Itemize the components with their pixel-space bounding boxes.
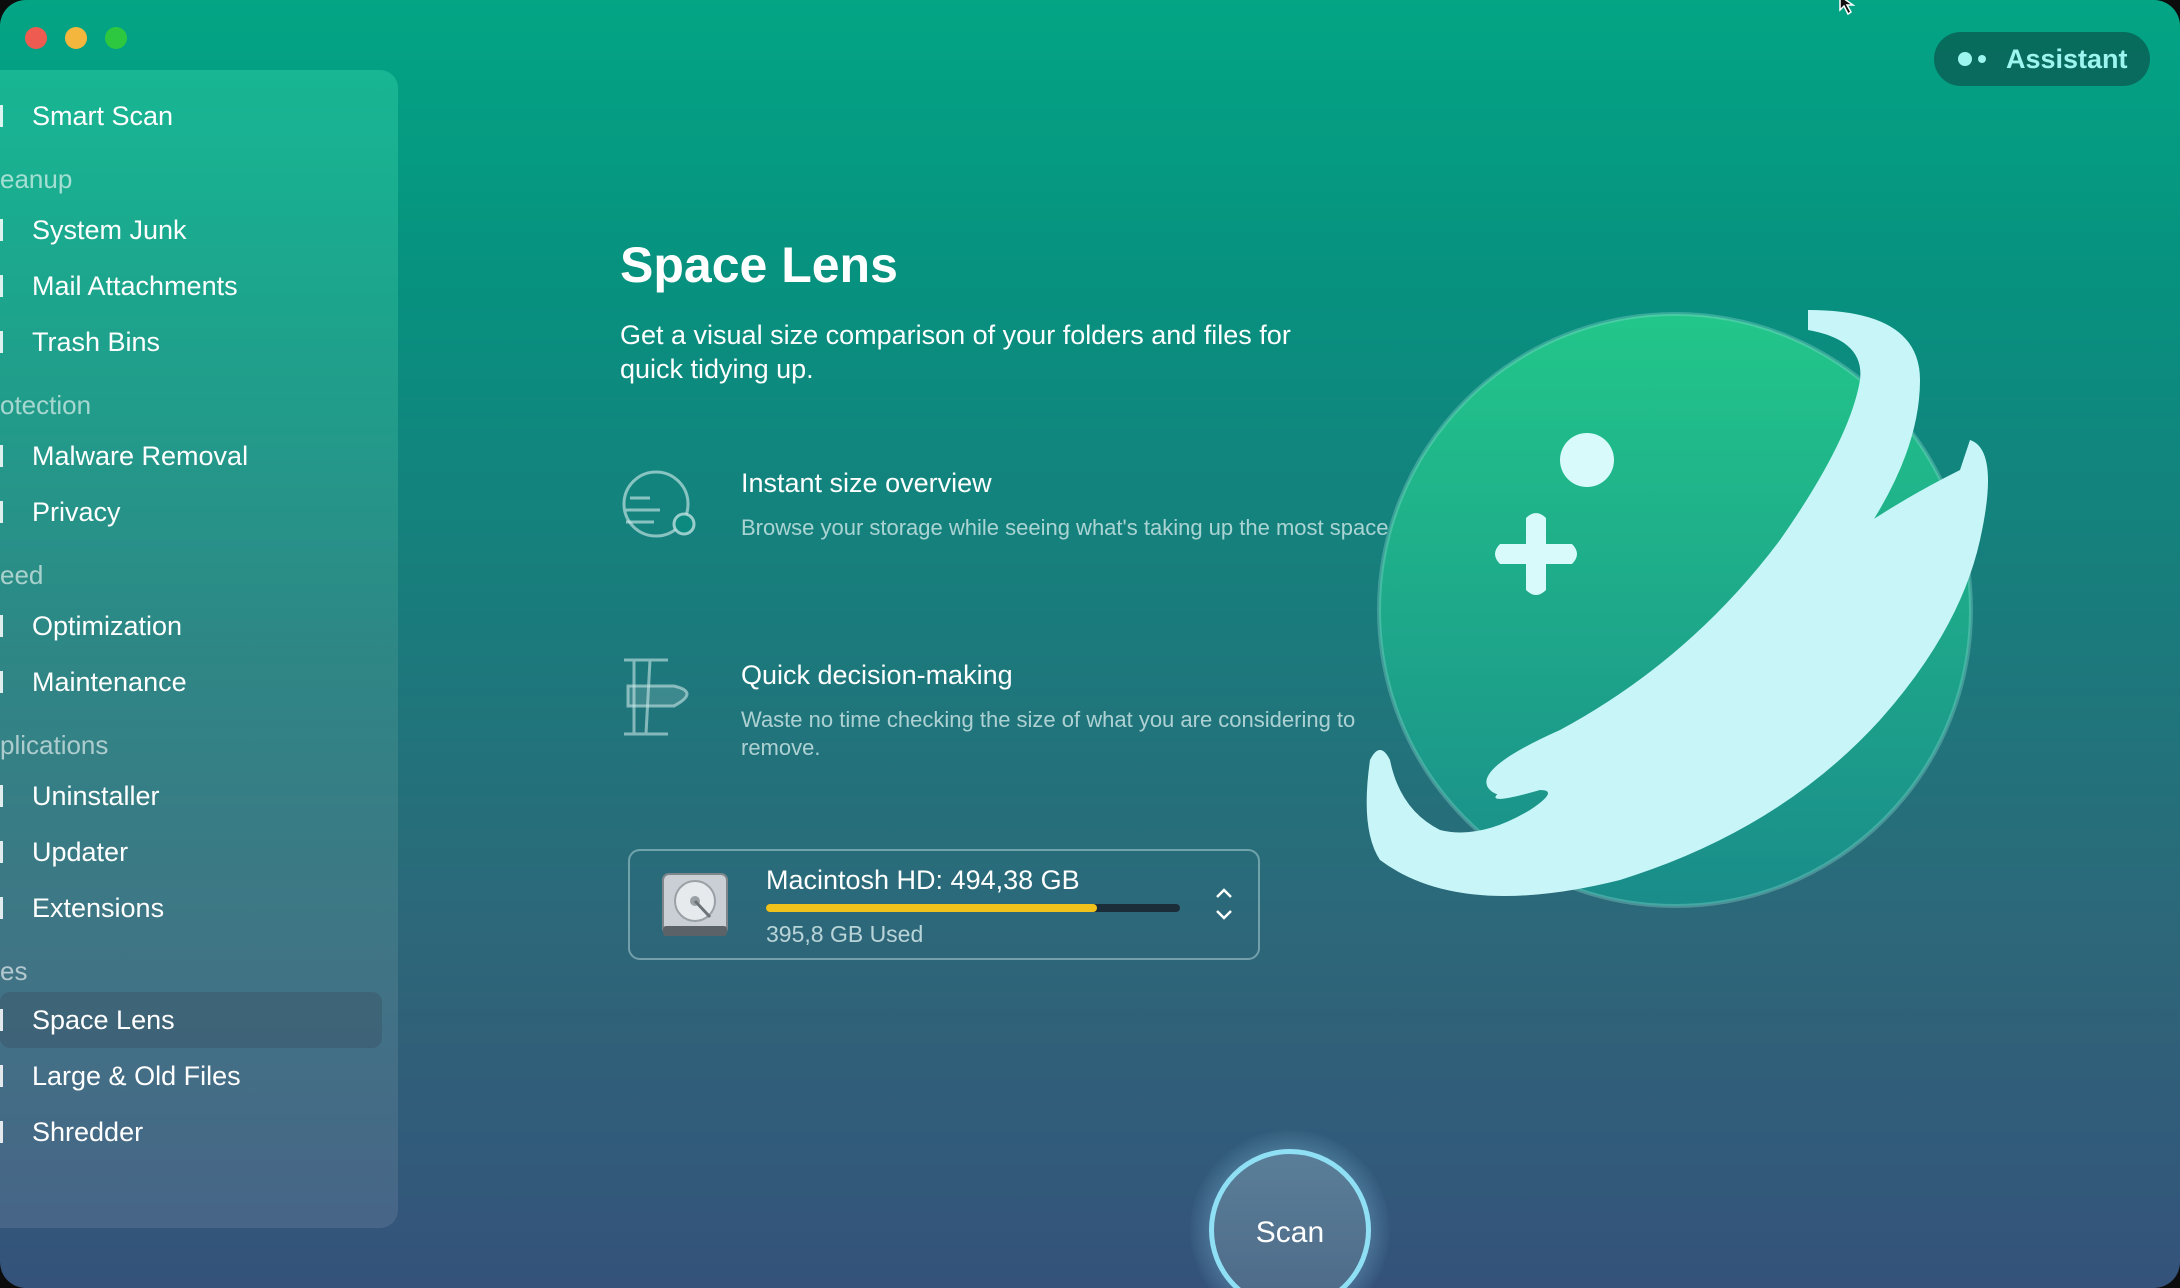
sidebar-section-applications: plications — [0, 730, 109, 760]
uninstaller-icon — [0, 785, 11, 807]
sidebar-section-cleanup: eanup — [0, 164, 73, 194]
space-lens-illustration — [1366, 310, 1988, 908]
sidebar-item-label: Maintenance — [32, 666, 187, 697]
shredder-icon — [0, 1121, 11, 1143]
assistant-label: Assistant — [2006, 44, 2128, 74]
disk-usage-bar — [766, 904, 1180, 912]
sidebar-section-speed: eed — [0, 560, 44, 590]
updater-icon — [0, 841, 11, 863]
privacy-icon — [0, 501, 11, 523]
mail-attachments-icon — [0, 275, 11, 297]
size-overview-icon — [622, 470, 696, 538]
sidebar-item-privacy[interactable]: Privacy — [0, 484, 382, 540]
trash-bins-icon — [0, 331, 11, 353]
sidebar-item-shredder[interactable]: Shredder — [0, 1104, 382, 1160]
sidebar-item-label: Trash Bins — [32, 326, 161, 357]
sidebar-item-label: Optimization — [32, 610, 183, 641]
sidebar-item-optimization[interactable]: Optimization — [0, 598, 382, 654]
app-window: Smart Scan eanup System Junk Mail Attach… — [0, 0, 2180, 1288]
sidebar-item-label: System Junk — [32, 214, 187, 245]
sidebar-item-label: Uninstaller — [32, 780, 160, 811]
zoom-window-button[interactable] — [105, 27, 127, 49]
feature-title: Quick decision-making — [741, 660, 1013, 690]
sidebar-item-trash-bins[interactable]: Trash Bins — [0, 314, 382, 370]
scan-button-label: Scan — [1255, 1216, 1325, 1249]
sidebar-item-label: Updater — [32, 836, 129, 867]
sidebar-item-label: Smart Scan — [32, 100, 174, 131]
disk-name: Macintosh HD: 494,38 GB — [766, 865, 1080, 895]
decision-icon — [624, 658, 689, 736]
sidebar-item-label: Space Lens — [32, 1004, 175, 1035]
extensions-icon — [0, 897, 11, 919]
sidebar-item-label: Extensions — [32, 892, 165, 923]
sidebar-item-updater[interactable]: Updater — [0, 824, 382, 880]
assistant-icon — [1958, 52, 1972, 66]
sidebar-item-label: Mail Attachments — [32, 270, 238, 301]
sidebar-item-large-old-files[interactable]: Large & Old Files — [0, 1048, 382, 1104]
smart-scan-icon — [0, 105, 11, 127]
mouse-cursor-icon — [1839, 0, 1856, 16]
sidebar-item-system-junk[interactable]: System Junk — [0, 202, 382, 258]
assistant-icon-dot — [1978, 55, 1986, 63]
malware-removal-icon — [0, 445, 11, 467]
disk-selector[interactable]: Macintosh HD: 494,38 GB 395,8 GB Used — [628, 849, 1260, 960]
sidebar-item-space-lens[interactable]: Space Lens — [0, 992, 382, 1048]
sidebar-item-extensions[interactable]: Extensions — [0, 880, 382, 936]
optimization-icon — [0, 615, 11, 637]
sidebar-item-smart-scan[interactable]: Smart Scan — [0, 88, 382, 144]
system-junk-icon — [0, 219, 11, 241]
maintenance-icon — [0, 671, 11, 693]
assistant-button[interactable]: Assistant — [1934, 32, 2150, 86]
page-title: Space Lens — [620, 237, 898, 293]
disk-used: 395,8 GB Used — [766, 921, 924, 947]
sidebar-item-malware-removal[interactable]: Malware Removal — [0, 428, 382, 484]
sidebar-item-label: Privacy — [32, 496, 121, 527]
sidebar-item-mail-attachments[interactable]: Mail Attachments — [0, 258, 382, 314]
sidebar-section-files: es — [0, 956, 28, 986]
feature-description: Browse your storage while seeing what's … — [741, 515, 1395, 540]
sidebar-section-protection: otection — [0, 390, 92, 420]
disk-usage-fill — [766, 904, 1098, 912]
sidebar-item-label: Large & Old Files — [32, 1060, 241, 1091]
close-window-button[interactable] — [25, 27, 47, 49]
sidebar-item-uninstaller[interactable]: Uninstaller — [0, 768, 382, 824]
feature-title: Instant size overview — [741, 468, 992, 498]
hard-drive-icon — [662, 873, 728, 936]
sidebar-item-label: Shredder — [32, 1116, 144, 1147]
page-subtitle: Get a visual size comparison of your fol… — [620, 320, 1291, 384]
space-lens-icon — [0, 1009, 11, 1031]
sidebar-item-maintenance[interactable]: Maintenance — [0, 654, 382, 710]
minimize-window-button[interactable] — [65, 27, 87, 49]
chevron-up-down-icon[interactable] — [1214, 887, 1234, 921]
feature-description: Waste no time checking the size of what … — [741, 707, 1356, 760]
sidebar-item-label: Malware Removal — [32, 440, 249, 471]
large-old-files-icon — [0, 1065, 11, 1087]
